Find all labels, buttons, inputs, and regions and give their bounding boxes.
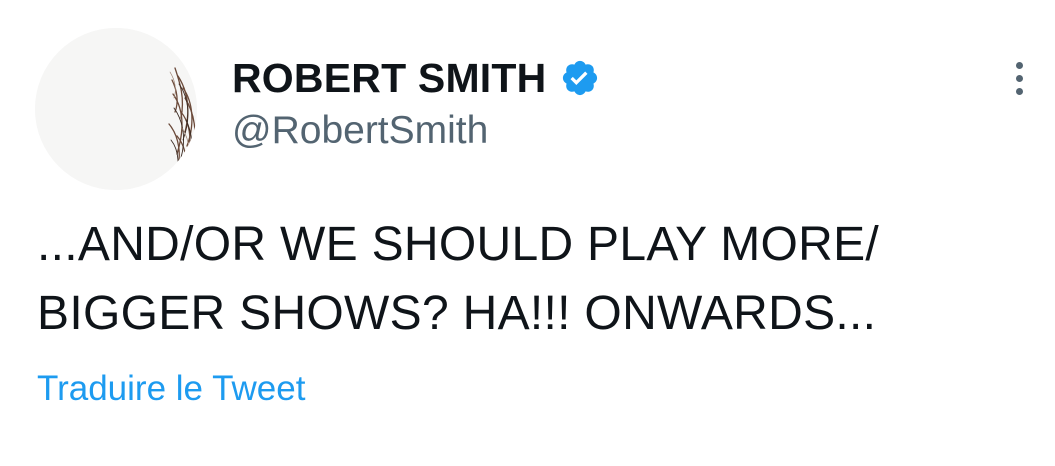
author-handle[interactable]: @RobertSmith [232,109,488,153]
tweet-text: ...AND/OR WE SHOULD PLAY MORE/ BIGGER SH… [37,210,1027,348]
avatar[interactable] [35,28,197,190]
tweet-text-line: BIGGER SHOWS? HA!!! ONWARDS... [37,287,877,340]
avatar-image [35,28,197,190]
more-options-icon-dot [1015,87,1023,95]
more-options-icon-dot [1015,74,1023,82]
verified-badge-icon[interactable] [560,58,600,98]
tweet-text-line: ...AND/OR WE SHOULD PLAY MORE/ [37,218,880,271]
more-options-button[interactable] [1002,56,1036,100]
author-name-row: ROBERT SMITH [232,54,600,102]
translate-tweet-link[interactable]: Traduire le Tweet [37,369,305,409]
tweet-card: ROBERT SMITH @RobertSmith ...AND/OR WE S… [0,0,1055,466]
more-options-icon [1015,61,1023,69]
author-display-name[interactable]: ROBERT SMITH [232,57,546,99]
